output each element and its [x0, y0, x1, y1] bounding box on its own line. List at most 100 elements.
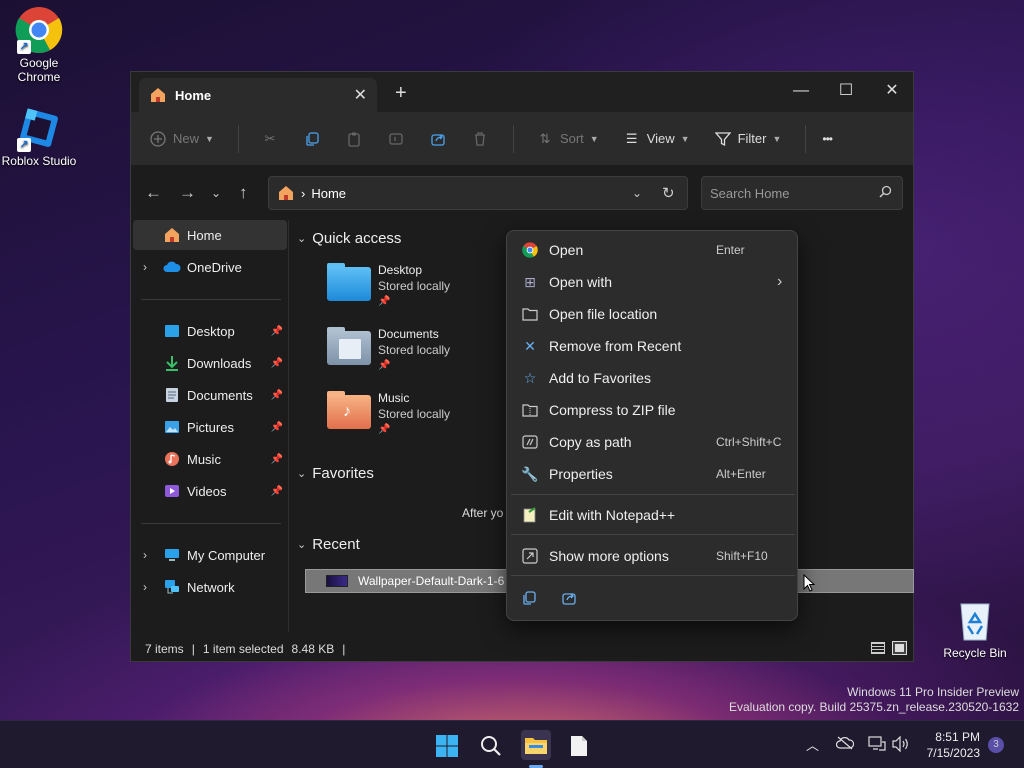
onedrive-offline-icon[interactable] [835, 736, 855, 755]
share-button[interactable] [429, 130, 447, 148]
up-arrow-icon[interactable]: ↑ [239, 183, 248, 203]
sidebar-item-home[interactable]: Home [133, 220, 287, 250]
quick-access-header[interactable]: ⌄ Quick access [297, 230, 401, 247]
refresh-icon[interactable]: ↻ [662, 184, 675, 202]
sort-button[interactable]: ⇅ Sort ▼ [536, 130, 598, 148]
new-label: New [173, 131, 200, 146]
sidebar-item-videos[interactable]: Videos 📌 [133, 476, 287, 506]
collapse-chevron-icon[interactable]: ⌄ [297, 538, 306, 551]
menu-item-compress-zip[interactable]: Compress to ZIP file [511, 395, 795, 425]
item-status: Stored locally [378, 279, 451, 293]
sort-label: Sort [559, 131, 584, 146]
cloud-icon [163, 259, 181, 275]
pin-icon: 📌 [378, 296, 391, 307]
home-icon [149, 86, 167, 104]
menu-item-show-more-options[interactable]: Show more options Shift+F10 [511, 541, 795, 571]
back-arrow-icon[interactable]: ← [145, 183, 162, 203]
menu-item-open[interactable]: Open Enter [511, 235, 795, 265]
computer-icon [163, 547, 181, 563]
menu-item-edit-notepad-plus-plus[interactable]: Edit with Notepad++ [511, 500, 795, 530]
sidebar-item-label: Network [187, 579, 235, 595]
chevron-down-icon: ▼ [205, 133, 214, 144]
collapse-chevron-icon[interactable]: ⌄ [297, 467, 306, 480]
sidebar-item-desktop[interactable]: Desktop 📌 [133, 316, 287, 346]
details-view-icon[interactable] [871, 642, 885, 654]
sidebar-item-network[interactable]: › Network [133, 572, 287, 602]
pin-icon[interactable]: 📌 [271, 486, 283, 497]
start-button[interactable] [434, 733, 460, 759]
sidebar-item-pictures[interactable]: Pictures 📌 [133, 412, 287, 442]
delete-button[interactable] [471, 130, 489, 148]
pin-icon[interactable]: 📌 [271, 326, 283, 337]
collapse-chevron-icon[interactable]: ⌄ [297, 232, 306, 245]
desktop-icon-recycle-bin[interactable]: Recycle Bin [935, 596, 1015, 660]
tiles-view-icon[interactable] [892, 641, 907, 655]
menu-item-remove-from-recent[interactable]: ✕ Remove from Recent [511, 331, 795, 361]
sidebar-item-my-computer[interactable]: › My Computer [133, 540, 287, 570]
quick-access-item-music[interactable]: ♪ Music Stored locally 📌 [327, 391, 527, 447]
rename-button[interactable] [387, 130, 405, 148]
taskbar-clock[interactable]: 8:51 PM 7/15/2023 [927, 729, 980, 761]
tab-title: Home [175, 87, 212, 103]
sidebar-item-music[interactable]: Music 📌 [133, 444, 287, 474]
notepad-taskbar-button[interactable] [566, 733, 592, 759]
tab-close-button[interactable]: ✕ [354, 85, 367, 105]
copy-icon[interactable] [521, 590, 537, 611]
toolbar-divider [512, 124, 514, 153]
new-tab-button[interactable]: + [395, 82, 407, 105]
volume-icon[interactable] [892, 735, 910, 757]
expand-chevron-icon[interactable]: › [143, 580, 147, 594]
pin-icon[interactable]: 📌 [271, 422, 283, 433]
item-status: Stored locally [378, 407, 451, 421]
chrome-icon [521, 242, 539, 258]
maximize-button[interactable]: ☐ [823, 76, 869, 106]
menu-item-open-with[interactable]: ⊞ Open with › [511, 267, 795, 297]
minimize-button[interactable]: — [778, 76, 824, 106]
cut-button[interactable]: ✂ [261, 130, 279, 148]
quick-access-item-desktop[interactable]: Desktop Stored locally 📌 [327, 263, 527, 319]
close-icon: ✕ [524, 337, 536, 354]
forward-arrow-icon[interactable]: → [179, 183, 196, 203]
network-status-icon[interactable] [868, 736, 886, 757]
pin-icon[interactable]: 📌 [271, 358, 283, 369]
sidebar-item-documents[interactable]: Documents 📌 [133, 380, 287, 410]
address-field[interactable]: › Home ⌄ ↻ [268, 176, 688, 210]
recycle-bin-icon [951, 596, 999, 644]
breadcrumb[interactable]: Home [311, 186, 346, 201]
view-button[interactable]: ☰ View ▼ [623, 130, 690, 148]
recent-locations-chevron-icon[interactable]: ⌄ [211, 186, 221, 200]
notepad-icon [571, 736, 587, 756]
menu-item-label: Copy as path [549, 434, 632, 450]
sidebar-item-onedrive[interactable]: › OneDrive [133, 252, 287, 282]
sidebar-item-downloads[interactable]: Downloads 📌 [133, 348, 287, 378]
notepad-plus-plus-icon [521, 507, 539, 523]
pin-icon[interactable]: 📌 [271, 390, 283, 401]
search-input[interactable]: Search Home [701, 176, 903, 210]
pin-icon[interactable]: 📌 [271, 454, 283, 465]
desktop-icon-chrome[interactable]: ↗ Google Chrome [0, 6, 79, 84]
filter-button[interactable]: Filter ▼ [714, 130, 781, 148]
menu-item-properties[interactable]: 🔧 Properties Alt+Enter [511, 459, 795, 489]
desktop-icon-roblox-studio[interactable]: ↗ Roblox Studio [0, 104, 79, 168]
recent-header[interactable]: ⌄ Recent [297, 536, 360, 553]
clock-time: 8:51 PM [935, 730, 980, 744]
show-hidden-icons-chevron-icon[interactable]: ︿ [806, 735, 819, 754]
menu-item-add-to-favorites[interactable]: ☆ Add to Favorites [511, 363, 795, 393]
notification-badge[interactable]: 3 [988, 737, 1004, 753]
expand-chevron-icon[interactable]: › [143, 260, 147, 274]
tab-home[interactable]: Home ✕ [139, 78, 377, 112]
address-dropdown-chevron-icon[interactable]: ⌄ [632, 186, 642, 200]
new-button[interactable]: New ▼ [149, 130, 214, 148]
close-button[interactable]: ✕ [869, 76, 915, 106]
more-options-button[interactable]: ••• [822, 132, 833, 146]
search-button[interactable] [478, 733, 504, 759]
copy-button[interactable] [303, 130, 321, 148]
paste-button[interactable] [345, 130, 363, 148]
quick-access-item-documents[interactable]: Documents Stored locally 📌 [327, 327, 527, 383]
menu-item-copy-as-path[interactable]: Copy as path Ctrl+Shift+C [511, 427, 795, 457]
favorites-header[interactable]: ⌄ Favorites [297, 465, 374, 482]
file-explorer-taskbar-button[interactable] [521, 730, 551, 760]
expand-chevron-icon[interactable]: › [143, 548, 147, 562]
share-icon[interactable] [561, 590, 577, 611]
menu-item-open-file-location[interactable]: Open file location [511, 299, 795, 329]
